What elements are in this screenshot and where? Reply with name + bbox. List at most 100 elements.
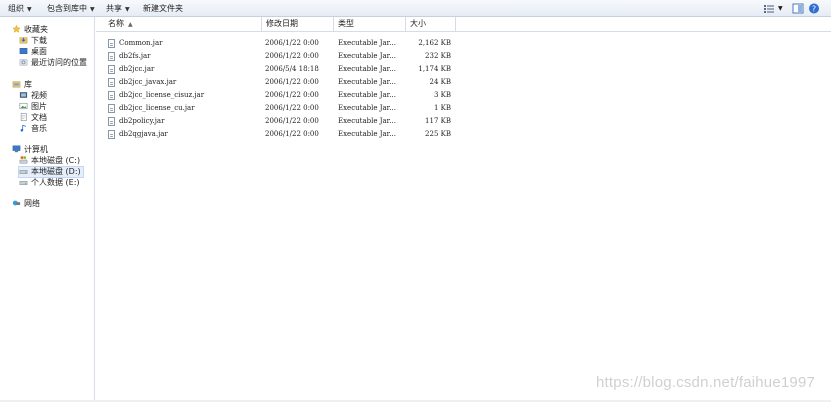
svg-text:?: ? — [812, 5, 816, 14]
view-options-dropdown[interactable]: ▼ — [778, 2, 786, 15]
column-header-type-label: 类型 — [338, 19, 354, 28]
file-row[interactable]: Common.jar 2006/1/22 0:00 Executable Jar… — [96, 37, 831, 50]
column-header-type[interactable]: 类型 — [334, 17, 406, 31]
file-row[interactable]: db2jcc_license_cisuz.jar 2006/1/22 0:00 … — [96, 89, 831, 102]
file-name: db2fs.jar — [119, 52, 151, 60]
chevron-down-icon: ▼ — [778, 5, 783, 12]
nav-item-documents[interactable]: 文档 — [19, 113, 47, 123]
nav-item-label: 个人数据 (E:) — [31, 178, 80, 187]
jar-file-icon — [108, 117, 115, 126]
column-header-modified[interactable]: 修改日期 — [262, 17, 334, 31]
nav-item-desktop[interactable]: 桌面 — [19, 47, 47, 57]
include-in-library-label: 包含到库中 — [47, 4, 87, 13]
nav-item-downloads[interactable]: 下载 — [19, 36, 47, 46]
file-size: 1,174 KB — [418, 65, 451, 73]
help-button[interactable]: ? — [808, 2, 820, 15]
nav-item-pictures[interactable]: 图片 — [19, 102, 47, 112]
file-row[interactable]: db2jcc.jar 2006/5/4 18:18 Executable Jar… — [96, 63, 831, 76]
downloads-folder-icon — [19, 37, 28, 44]
file-row[interactable]: db2qgjava.jar 2006/1/22 0:00 Executable … — [96, 128, 831, 141]
nav-favorites[interactable]: 收藏夹 — [12, 25, 48, 35]
include-in-library-button[interactable]: 包含到库中 ▼ — [47, 3, 95, 14]
file-type: Executable Jar... — [338, 91, 396, 99]
jar-file-icon — [108, 91, 115, 100]
computer-icon — [12, 145, 21, 153]
view-list-icon — [764, 5, 774, 13]
nav-item-recent-places[interactable]: 最近访问的位置 — [19, 58, 87, 68]
nav-network[interactable]: 网络 — [12, 199, 40, 209]
file-size: 24 KB — [429, 78, 451, 86]
file-size: 232 KB — [425, 52, 451, 60]
share-button[interactable]: 共享 ▼ — [106, 3, 130, 14]
watermark: https://blog.csdn.net/faihue1997 — [596, 374, 816, 391]
nav-item-videos[interactable]: 视频 — [19, 91, 47, 101]
file-modified: 2006/1/22 0:00 — [265, 78, 319, 86]
nav-item-drive-e[interactable]: 个人数据 (E:) — [19, 178, 80, 188]
file-modified: 2006/1/22 0:00 — [265, 39, 319, 47]
star-icon — [12, 25, 21, 33]
nav-item-label: 最近访问的位置 — [31, 58, 87, 67]
column-header-size[interactable]: 大小 — [406, 17, 456, 31]
nav-libraries[interactable]: 库 — [12, 80, 32, 90]
column-header-name-label: 名称 — [108, 19, 124, 28]
file-name: db2jcc.jar — [119, 65, 155, 73]
drive-icon — [19, 170, 28, 174]
recent-places-icon — [19, 59, 28, 66]
organize-label: 组织 — [8, 4, 24, 13]
file-list-pane: 名称 ▲ 修改日期 类型 大小 Common.jar 2006/1/22 0:00… — [96, 17, 831, 400]
preview-pane-button[interactable] — [792, 2, 804, 15]
network-icon — [12, 200, 21, 206]
column-header-name[interactable]: 名称 ▲ — [104, 17, 262, 31]
jar-file-icon — [108, 78, 115, 87]
file-name: db2jcc_license_cu.jar — [119, 104, 195, 112]
nav-item-label: 本地磁盘 (D:) — [31, 167, 81, 176]
file-size: 1 KB — [433, 104, 451, 112]
command-toolbar: 组织 ▼ 包含到库中 ▼ 共享 ▼ 新建文件夹 ▼ ? — [0, 0, 831, 17]
file-size: 2,162 KB — [418, 39, 451, 47]
document-icon — [20, 113, 27, 121]
column-header-modified-label: 修改日期 — [266, 19, 298, 28]
new-folder-button[interactable]: 新建文件夹 — [143, 3, 183, 14]
nav-item-music[interactable]: 音乐 — [19, 124, 47, 134]
file-row[interactable]: db2jcc_license_cu.jar 2006/1/22 0:00 Exe… — [96, 102, 831, 115]
jar-file-icon — [108, 39, 115, 48]
nav-item-drive-d[interactable]: 本地磁盘 (D:) — [18, 166, 84, 178]
organize-button[interactable]: 组织 ▼ — [8, 3, 32, 14]
jar-file-icon — [108, 52, 115, 61]
nav-item-label: 音乐 — [31, 124, 47, 133]
file-row[interactable]: db2jcc_javax.jar 2006/1/22 0:00 Executab… — [96, 76, 831, 89]
file-modified: 2006/5/4 18:18 — [265, 65, 319, 73]
nav-item-drive-c[interactable]: 本地磁盘 (C:) — [19, 156, 80, 166]
jar-file-icon — [108, 130, 115, 139]
file-modified: 2006/1/22 0:00 — [265, 117, 319, 125]
file-type: Executable Jar... — [338, 78, 396, 86]
file-row[interactable]: db2policy.jar 2006/1/22 0:00 Executable … — [96, 115, 831, 128]
system-drive-icon — [19, 156, 28, 164]
nav-item-label: 视频 — [31, 91, 47, 100]
file-type: Executable Jar... — [338, 39, 396, 47]
share-label: 共享 — [106, 4, 122, 13]
drive-icon — [19, 181, 28, 185]
navigation-pane: 收藏夹 下载 桌面 最近访问的位置 库 视频 图片 文档 音乐 计算机 本地磁盘… — [0, 17, 95, 400]
file-modified: 2006/1/22 0:00 — [265, 130, 319, 138]
nav-favorites-label: 收藏夹 — [24, 25, 48, 34]
file-name: db2jcc_license_cisuz.jar — [119, 91, 205, 99]
nav-computer[interactable]: 计算机 — [12, 145, 48, 155]
jar-file-icon — [108, 104, 115, 113]
chevron-down-icon: ▼ — [125, 6, 130, 13]
nav-network-label: 网络 — [24, 199, 40, 208]
nav-computer-label: 计算机 — [24, 145, 48, 154]
file-type: Executable Jar... — [338, 52, 396, 60]
file-modified: 2006/1/22 0:00 — [265, 52, 319, 60]
nav-item-label: 文档 — [31, 113, 47, 122]
nav-item-label: 下载 — [31, 36, 47, 45]
change-view-button[interactable] — [762, 2, 776, 15]
picture-icon — [19, 102, 28, 110]
file-modified: 2006/1/22 0:00 — [265, 91, 319, 99]
column-header-size-label: 大小 — [410, 19, 426, 28]
column-header-row: 名称 ▲ 修改日期 类型 大小 — [96, 17, 831, 32]
file-size: 117 KB — [425, 117, 451, 125]
music-icon — [20, 124, 27, 132]
file-name: db2policy.jar — [119, 117, 165, 125]
file-row[interactable]: db2fs.jar 2006/1/22 0:00 Executable Jar.… — [96, 50, 831, 63]
